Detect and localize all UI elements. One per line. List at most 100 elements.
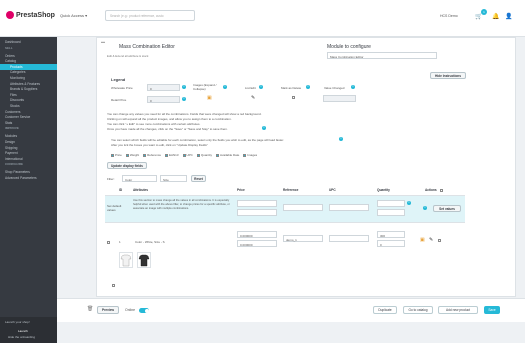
logo-mark-icon [6, 11, 14, 19]
info-icon[interactable]: i [262, 126, 266, 130]
product-thumbnail[interactable] [119, 252, 133, 268]
select-info-2: After you tick the boxes you want to edi… [111, 143, 208, 147]
info-icon[interactable]: i [182, 85, 186, 89]
list-edit-label: List Edit [245, 86, 256, 90]
info-icon[interactable]: i [223, 85, 227, 89]
sidebar: Dashboard SELL Orders Catalog Products Catego… [0, 37, 57, 343]
wholesale-label: Wholesale Price [111, 86, 133, 90]
field-check-label: Reference [147, 153, 161, 157]
delete-checkbox[interactable] [292, 95, 296, 99]
tshirt-black-image [138, 254, 150, 267]
images-label: Images (Expand / Collapse) [193, 83, 217, 91]
retail-label: Retail Price [111, 98, 127, 102]
row-reference-field[interactable]: demo_1 [283, 235, 323, 242]
row-price-field[interactable]: 0.000000 [237, 231, 277, 238]
image-toggle-icon[interactable]: ▣ [207, 95, 212, 101]
default-label: Set default values [107, 204, 122, 212]
instruction-2: Clicking on will expand all the product … [107, 117, 232, 121]
sidebar-item-improve: IMPROVE [5, 126, 19, 131]
image-toggle-icon[interactable]: ▣ [420, 237, 425, 243]
module-select[interactable]: Mass Combination Editor [327, 52, 437, 59]
trash-icon[interactable]: 🗑 [87, 306, 93, 312]
user-icon[interactable]: 👤 [505, 13, 512, 20]
onboarding-label: Launch [18, 329, 28, 333]
default-reference-field[interactable] [283, 204, 323, 211]
default-price-field[interactable] [237, 200, 277, 207]
field-check-images[interactable]: Images [243, 153, 257, 157]
reset-filter-button[interactable]: Reset [191, 175, 206, 182]
color-filter-select[interactable]: Color [122, 175, 157, 182]
prestashop-logo[interactable]: PrestaShop [6, 11, 55, 19]
default-price-field-2[interactable] [237, 209, 277, 216]
row-price-field-2[interactable]: 0.000000 [237, 240, 277, 247]
field-check-weight[interactable]: Weight [125, 153, 139, 157]
set-values-button[interactable]: Set values [433, 205, 461, 212]
bell-icon[interactable]: 🔔 [492, 13, 499, 20]
logo-text: PrestaShop [16, 11, 55, 19]
legend-title: Legend [111, 77, 126, 82]
column-price: Price [237, 188, 245, 192]
collapse-icon[interactable]: ▬ [101, 39, 105, 44]
editor-title: Mass Combination Editor [119, 44, 175, 50]
info-icon[interactable]: i [423, 206, 427, 210]
select-info: You can select which fields will be edit… [111, 138, 284, 142]
info-icon[interactable]: i [339, 137, 343, 141]
wholesale-field[interactable]: 0 [147, 84, 180, 91]
update-display-fields-button[interactable]: Update display fields [107, 162, 147, 169]
field-check-label: Price [115, 153, 122, 157]
instruction-4: Once you have made all the changes, clic… [107, 127, 228, 131]
quick-access-menu[interactable]: Quick Access ▾ [60, 13, 87, 18]
row-upc-field[interactable] [329, 235, 369, 242]
info-icon[interactable]: i [306, 85, 310, 89]
hide-onboarding-button[interactable]: Hide the onboarding [8, 335, 35, 339]
default-help: Use this section to mass change all the … [133, 199, 230, 210]
row-checkbox[interactable] [107, 240, 111, 244]
tshirt-white-image [120, 254, 132, 267]
info-icon[interactable]: i [407, 201, 411, 205]
info-icon[interactable]: i [351, 85, 355, 89]
checkbox-icon [111, 153, 114, 157]
hide-instructions-button[interactable]: Hide Instructions [430, 72, 466, 79]
field-check-price[interactable]: Price [111, 153, 122, 157]
field-check-available-date[interactable]: Available Date [216, 153, 239, 157]
pencil-icon[interactable]: ✎ [251, 95, 255, 101]
column-upc: UPC [329, 188, 336, 192]
column-quantity: Quantity [377, 188, 390, 192]
field-check-quantity[interactable]: Quantity [196, 153, 212, 157]
online-toggle[interactable] [139, 308, 149, 313]
delete-checkbox[interactable] [438, 238, 442, 242]
row-quantity-field-2[interactable]: 0 [377, 240, 405, 247]
row-quantity-field[interactable]: 300 [377, 231, 405, 238]
pencil-icon[interactable]: ✎ [429, 237, 433, 243]
product-footer-bar: 🗑 Preview Online Duplicate Go to catalog… [57, 298, 525, 322]
info-icon[interactable]: i [182, 97, 186, 101]
notification-badge: 1 [481, 9, 487, 15]
size-filter-select[interactable]: Size [160, 175, 187, 182]
shop-name-link[interactable]: HCS Demo [440, 14, 458, 18]
product-thumbnail[interactable] [137, 252, 151, 268]
field-check-upc[interactable]: UPC [182, 153, 193, 157]
retail-field[interactable]: 0 [147, 96, 180, 103]
column-reference: Reference [283, 188, 299, 192]
top-bar: PrestaShop Quick Access ▾ Search (e.g.: … [0, 0, 525, 37]
go-to-catalog-button[interactable]: Go to catalog [403, 306, 433, 314]
save-button[interactable]: Save [484, 306, 500, 314]
default-upc-field[interactable] [329, 204, 369, 211]
checkbox-icon [182, 153, 186, 157]
default-quantity-field-2[interactable] [377, 209, 405, 216]
select-all-checkbox[interactable] [440, 188, 444, 192]
search-input[interactable]: Search (e.g.: product reference, custo [105, 10, 195, 21]
value-changed-sample [323, 95, 356, 102]
info-icon[interactable]: i [259, 85, 263, 89]
sidebar-item-advanced-parameters[interactable]: Advanced Parameters [0, 175, 57, 181]
field-checkboxes: Price Weight Reference EAN13 UPC Quantity Avai… [111, 153, 261, 157]
default-quantity-field[interactable] [377, 200, 405, 207]
field-check-reference[interactable]: Reference [143, 153, 161, 157]
add-new-product-button[interactable]: Add new product [438, 306, 478, 314]
preview-button[interactable]: Preview [97, 306, 119, 314]
duplicate-button[interactable]: Duplicate [373, 306, 397, 314]
row-id: 1 [119, 240, 121, 244]
image-checkbox[interactable] [112, 283, 116, 287]
mark-delete-label: Mark as Delete [281, 86, 302, 90]
field-check-ean13[interactable]: EAN13 [164, 153, 179, 157]
